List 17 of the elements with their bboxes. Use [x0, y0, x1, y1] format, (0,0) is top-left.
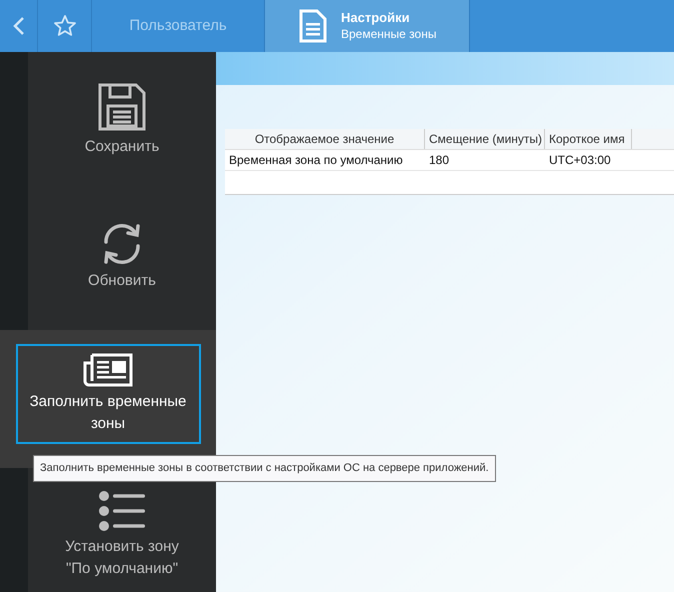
table-cell-text: Временная зона по умолчанию	[228, 152, 404, 169]
table-cell-text: UTC+03:00	[548, 152, 612, 169]
tab-subtitle: Временные зоны	[341, 26, 436, 42]
newspaper-icon	[83, 353, 133, 387]
back-icon	[12, 16, 24, 36]
column-header[interactable]: Короткое имя	[545, 129, 632, 149]
tab-title: Настройки	[341, 10, 410, 27]
column-header[interactable]: Отображаемое значение	[225, 129, 425, 149]
tooltip: Заполнить временные зоны в соответствии с настройками ОС на сервере приложений.	[33, 455, 496, 482]
star-icon	[52, 14, 76, 38]
command-button[interactable]: Установить зону "По умолчанию"	[47, 490, 197, 580]
document-icon	[299, 9, 327, 43]
table-cell-text: 180	[428, 152, 450, 169]
column-header[interactable]: Смещение (минуты)	[425, 129, 545, 149]
command-button[interactable]: Обновить	[32, 222, 212, 292]
command-button[interactable]: Заполнить временные зоны	[16, 344, 200, 444]
command-button[interactable]: Сохранить	[32, 82, 212, 158]
